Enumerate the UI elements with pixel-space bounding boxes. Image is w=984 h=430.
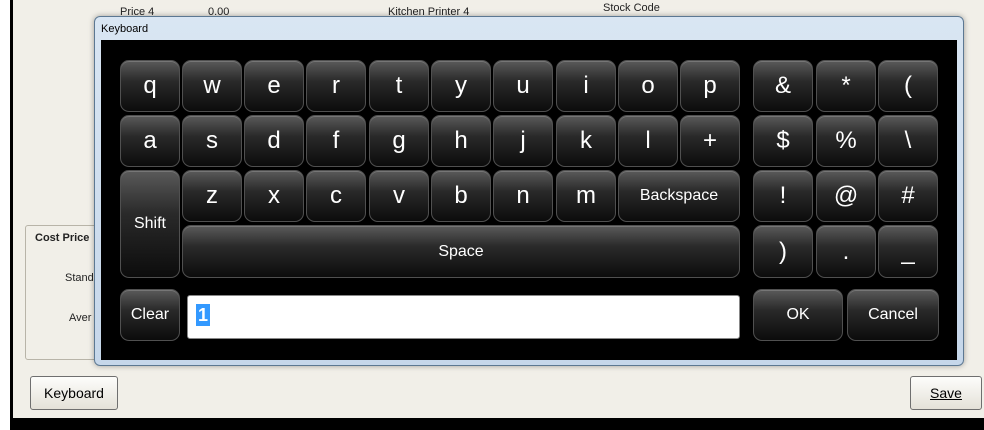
key-j[interactable]: j <box>493 115 553 167</box>
key-t[interactable]: t <box>369 60 429 112</box>
key-plus[interactable]: + <box>680 115 740 167</box>
keyboard-button[interactable]: Keyboard <box>30 376 118 410</box>
key-r[interactable]: r <box>306 60 366 112</box>
key-d[interactable]: d <box>244 115 304 167</box>
cost-price-group-title: Cost Price <box>33 232 92 244</box>
key-z[interactable]: z <box>182 170 242 222</box>
key-close-paren[interactable]: ) <box>753 225 813 278</box>
key-underscore[interactable]: _ <box>878 225 938 278</box>
keyboard-dialog: Keyboard q w e r t y u i o p a s d f g h… <box>94 16 964 366</box>
key-p[interactable]: p <box>680 60 740 112</box>
key-q[interactable]: q <box>120 60 180 112</box>
key-u[interactable]: u <box>493 60 553 112</box>
backspace-key[interactable]: Backspace <box>618 170 740 222</box>
key-f[interactable]: f <box>306 115 366 167</box>
key-percent[interactable]: % <box>816 115 876 167</box>
key-n[interactable]: n <box>493 170 553 222</box>
key-k[interactable]: k <box>556 115 616 167</box>
space-key[interactable]: Space <box>182 225 740 278</box>
average-cost-label: Aver <box>69 312 92 324</box>
shift-key[interactable]: Shift <box>120 170 180 278</box>
key-period[interactable]: . <box>816 225 876 278</box>
dialog-title: Keyboard <box>101 23 149 35</box>
key-l[interactable]: l <box>618 115 678 167</box>
key-exclamation[interactable]: ! <box>753 170 813 222</box>
key-o[interactable]: o <box>618 60 678 112</box>
key-backslash[interactable]: \ <box>878 115 938 167</box>
ok-button[interactable]: OK <box>753 289 843 341</box>
window-bottom-border <box>10 418 984 430</box>
input-value: 1 <box>196 304 211 326</box>
key-c[interactable]: c <box>306 170 366 222</box>
key-i[interactable]: i <box>556 60 616 112</box>
stock-code-label: Stock Code <box>603 2 660 14</box>
cancel-button[interactable]: Cancel <box>847 289 939 341</box>
standard-cost-label: Stand <box>65 272 94 284</box>
key-v[interactable]: v <box>369 170 429 222</box>
key-m[interactable]: m <box>556 170 616 222</box>
key-open-paren[interactable]: ( <box>878 60 938 112</box>
key-hash[interactable]: # <box>878 170 938 222</box>
key-a[interactable]: a <box>120 115 180 167</box>
save-button[interactable]: Save <box>910 376 982 410</box>
keyboard-panel: q w e r t y u i o p a s d f g h j k l + … <box>101 40 957 360</box>
keyboard-input-field[interactable]: 1 <box>187 295 740 339</box>
key-b[interactable]: b <box>431 170 491 222</box>
key-e[interactable]: e <box>244 60 304 112</box>
key-g[interactable]: g <box>369 115 429 167</box>
key-s[interactable]: s <box>182 115 242 167</box>
key-asterisk[interactable]: * <box>816 60 876 112</box>
key-ampersand[interactable]: & <box>753 60 813 112</box>
key-at[interactable]: @ <box>816 170 876 222</box>
clear-key[interactable]: Clear <box>120 289 180 341</box>
key-dollar[interactable]: $ <box>753 115 813 167</box>
key-x[interactable]: x <box>244 170 304 222</box>
key-h[interactable]: h <box>431 115 491 167</box>
key-y[interactable]: y <box>431 60 491 112</box>
key-w[interactable]: w <box>182 60 242 112</box>
